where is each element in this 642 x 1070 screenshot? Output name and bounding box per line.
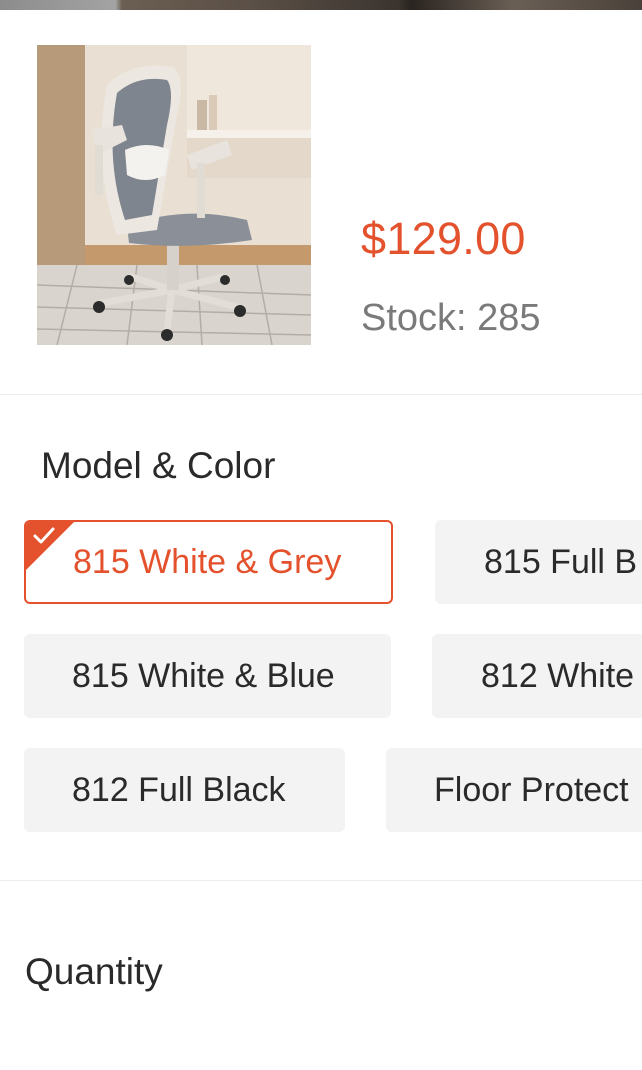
variant-option-label: 815 White & Grey <box>73 542 342 581</box>
variant-option-815-full-black[interactable]: 815 Full B <box>435 520 642 604</box>
variant-option-label: 815 White & Blue <box>72 656 335 695</box>
sku-selector-sheet: $129.00 Stock: 285 Model & Color 815 Whi… <box>0 0 642 1070</box>
variant-option-label: 812 Full Black <box>72 770 286 809</box>
variant-option-label: Floor Protect <box>434 770 629 809</box>
product-image[interactable] <box>37 45 311 345</box>
variant-option-812-full-black[interactable]: 812 Full Black <box>24 748 345 832</box>
stock-count: Stock: 285 <box>361 297 541 339</box>
variant-option-label: 812 White <box>481 656 635 695</box>
model-color-title: Model & Color <box>41 445 276 486</box>
variant-option-815-white-blue[interactable]: 815 White & Blue <box>24 634 391 718</box>
variant-option-815-white-grey[interactable]: 815 White & Grey <box>24 520 393 604</box>
office-chair-illustration <box>37 45 311 345</box>
background-overlay <box>0 0 642 10</box>
variant-option-label: 815 Full B <box>484 542 638 581</box>
quantity-title: Quantity <box>25 951 163 992</box>
divider <box>0 394 642 395</box>
variant-option-812-white[interactable]: 812 White <box>432 634 642 718</box>
product-price: $129.00 <box>361 213 526 264</box>
checkmark-icon <box>33 527 55 544</box>
divider <box>0 880 642 881</box>
variant-option-floor-protector[interactable]: Floor Protect <box>386 748 642 832</box>
